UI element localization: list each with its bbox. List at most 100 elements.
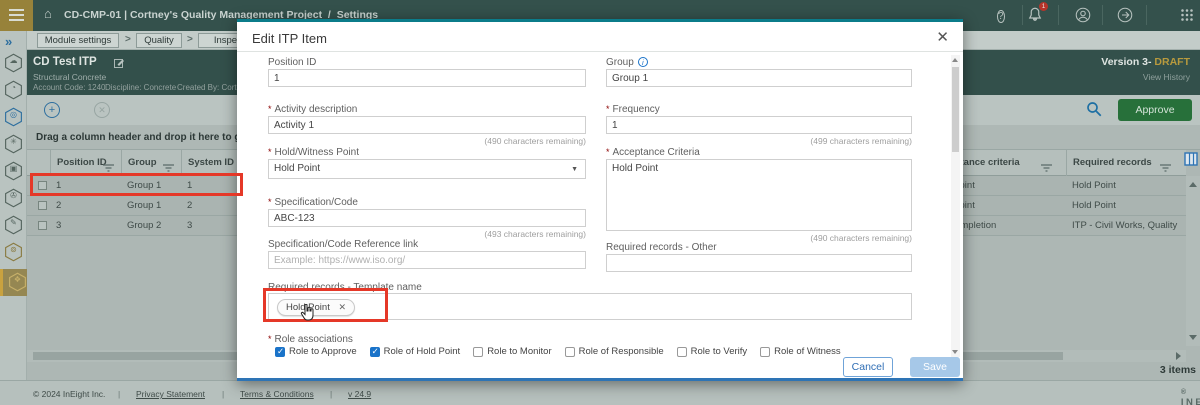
- filter-icon[interactable]: [103, 159, 114, 177]
- role-option: Role to Verify: [677, 346, 748, 357]
- role-checkbox-approve[interactable]: ✓: [275, 347, 285, 357]
- column-chooser-icon[interactable]: [1184, 152, 1198, 166]
- gauge-icon[interactable]: ◔: [3, 79, 24, 101]
- role-option: ✓Role to Approve: [275, 346, 357, 357]
- logout-icon[interactable]: [1116, 6, 1134, 24]
- hamburger-menu-icon[interactable]: [0, 0, 33, 31]
- filter-icon[interactable]: [1041, 159, 1052, 177]
- row-checkbox[interactable]: [38, 201, 47, 210]
- activity-description-label: *Activity description: [268, 104, 357, 115]
- hold-witness-point-label: *Hold/Witness Point: [268, 147, 359, 158]
- home-icon[interactable]: ⌂: [44, 6, 52, 21]
- signature-icon[interactable]: ✎: [3, 214, 24, 236]
- package-icon[interactable]: ▣: [3, 160, 24, 182]
- version-link[interactable]: v 24.9: [348, 389, 371, 399]
- divider: [1102, 5, 1103, 25]
- copyright: © 2024 InEight Inc.: [33, 389, 105, 399]
- clipboard-icon[interactable]: ✇: [3, 187, 24, 209]
- cell-position-id: 3: [50, 216, 121, 236]
- terms-link[interactable]: Terms & Conditions: [240, 389, 314, 399]
- chevron-down-icon: ▼: [571, 161, 578, 179]
- edit-itp-item-dialog: Edit ITP Item ✕ Position ID Groupi *Acti…: [237, 19, 963, 381]
- frequency-field[interactable]: [606, 116, 912, 134]
- scroll-up-icon[interactable]: [1189, 182, 1197, 187]
- tab-quality[interactable]: Quality: [136, 33, 182, 48]
- cancel-button[interactable]: Cancel: [843, 357, 893, 377]
- target-icon[interactable]: ◎: [3, 106, 24, 128]
- frequency-label: *Frequency: [606, 104, 660, 115]
- chevron-right-icon: >: [125, 34, 131, 45]
- divider: |: [330, 389, 332, 399]
- page-footer: © 2024 InEight Inc. | Privacy Statement …: [0, 380, 1200, 405]
- vertical-scrollbar[interactable]: [1186, 176, 1200, 346]
- sidebar-item-selected[interactable]: ❖: [0, 269, 27, 296]
- group-field[interactable]: [606, 69, 912, 87]
- group-label: Groupi: [606, 57, 648, 68]
- scroll-down-icon[interactable]: [1189, 335, 1197, 340]
- role-option: ✓Role of Hold Point: [370, 346, 461, 357]
- specification-reference-field[interactable]: [268, 251, 586, 269]
- scroll-right-icon[interactable]: [1176, 352, 1181, 360]
- discipline: Discipline: Concrete: [105, 83, 176, 92]
- role-associations-label: *Role associations: [268, 334, 353, 345]
- info-icon[interactable]: i: [638, 57, 648, 67]
- draft-badge: DRAFT: [1154, 56, 1190, 68]
- row-checkbox[interactable]: [38, 221, 47, 230]
- position-id-field[interactable]: [268, 69, 586, 87]
- role-associations-group: ✓Role to Approve ✓Role of Hold Point Rol…: [275, 346, 841, 357]
- characters-remaining: (493 characters remaining): [268, 229, 586, 239]
- role-checkbox-hold-point[interactable]: ✓: [370, 347, 380, 357]
- scrollbar-thumb[interactable]: [952, 67, 959, 152]
- reports-icon: ❖: [7, 271, 28, 293]
- hold-witness-point-select[interactable]: Hold Point ▼: [268, 159, 586, 179]
- template-chip[interactable]: Hold Point ✕: [277, 299, 355, 316]
- add-row-icon[interactable]: +: [44, 102, 60, 118]
- scroll-down-icon[interactable]: [952, 350, 958, 354]
- activity-description-field[interactable]: [268, 116, 586, 134]
- search-doc-icon[interactable]: ⊚: [3, 241, 24, 263]
- apps-grid-icon[interactable]: [1178, 6, 1196, 24]
- notification-badge: 1: [1039, 2, 1048, 11]
- app-root: ⌂ CD-CMP-01 | Cortney's Quality Manageme…: [0, 0, 1200, 405]
- chip-remove-icon[interactable]: ✕: [338, 302, 346, 312]
- role-checkbox-monitor[interactable]: [473, 347, 483, 357]
- role-checkbox-responsible[interactable]: [565, 347, 575, 357]
- privacy-link[interactable]: Privacy Statement: [136, 389, 205, 399]
- dialog-scrollbar[interactable]: [951, 55, 960, 357]
- acceptance-criteria-field[interactable]: Hold Point: [606, 159, 912, 231]
- chevron-right-icon: >: [187, 34, 193, 45]
- cloud-icon[interactable]: ☁: [3, 52, 24, 74]
- filter-icon[interactable]: [1160, 159, 1171, 177]
- row-checkbox[interactable]: [38, 181, 47, 190]
- asterisk-icon[interactable]: ✳: [3, 133, 24, 155]
- approve-button[interactable]: Approve: [1118, 99, 1192, 121]
- filter-icon[interactable]: [163, 159, 174, 177]
- save-button[interactable]: Save: [910, 357, 960, 377]
- required-records-template-field[interactable]: Hold Point ✕: [268, 293, 912, 320]
- view-history-link[interactable]: View History: [1143, 72, 1190, 82]
- role-checkbox-witness[interactable]: [760, 347, 770, 357]
- tab-module-settings[interactable]: Module settings: [37, 33, 119, 48]
- cell-group: Group 1: [121, 176, 181, 196]
- help-icon[interactable]: ?: [997, 6, 1015, 24]
- scroll-up-icon[interactable]: [952, 58, 958, 62]
- characters-remaining: (490 characters remaining): [268, 136, 586, 146]
- search-icon[interactable]: [1085, 100, 1103, 123]
- close-icon[interactable]: ✕: [936, 28, 949, 46]
- role-checkbox-verify[interactable]: [677, 347, 687, 357]
- required-records-other-field[interactable]: [606, 254, 912, 272]
- panel-subtitle: Structural Concrete: [33, 72, 106, 82]
- position-id-label: Position ID: [268, 57, 316, 68]
- cell-required-records: Hold Point: [1066, 176, 1178, 196]
- notifications-bell-icon[interactable]: 1: [1026, 6, 1044, 24]
- specification-code-field[interactable]: [268, 209, 586, 227]
- ineight-logo: INEIGHT®: [1181, 389, 1186, 401]
- items-count: 3 items: [1160, 364, 1196, 376]
- divider: [1058, 5, 1059, 25]
- edit-title-icon[interactable]: [113, 56, 125, 74]
- user-profile-icon[interactable]: [1074, 6, 1092, 24]
- divider: [1146, 5, 1147, 25]
- sidebar-expand-icon[interactable]: »: [5, 34, 12, 49]
- version-label: Version 3- DRAFT: [1101, 56, 1190, 68]
- delete-row-icon[interactable]: ✕: [94, 102, 110, 118]
